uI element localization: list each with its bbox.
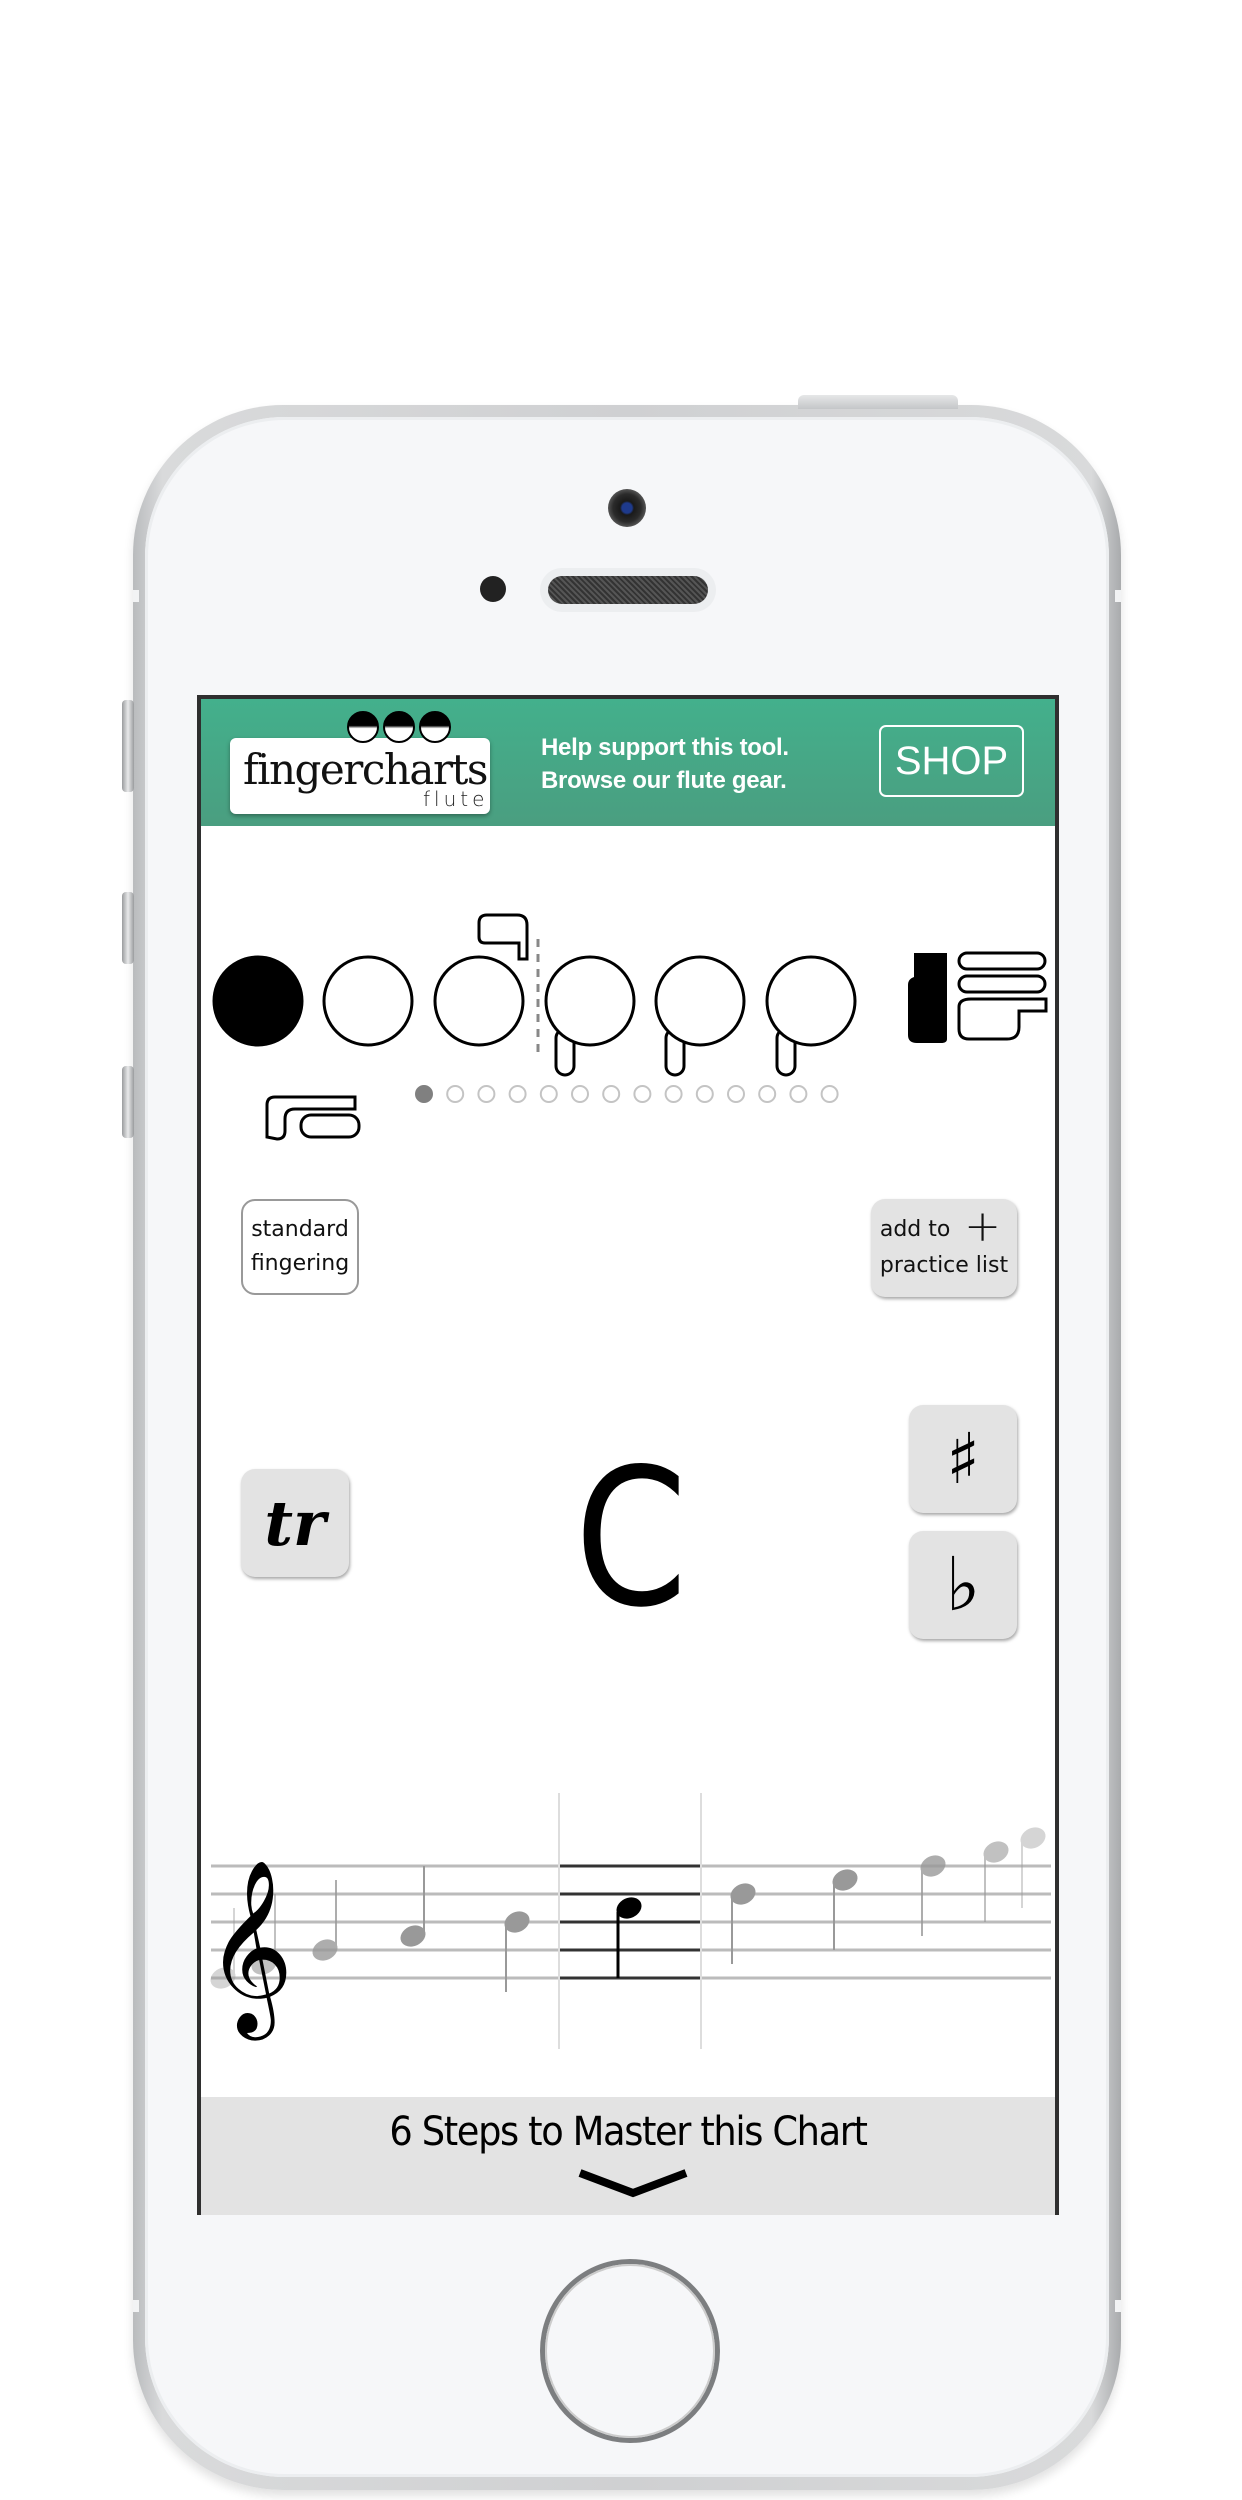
sharp-button[interactable]: ♯	[909, 1405, 1017, 1513]
standard-fingering-line2: fingering	[250, 1251, 350, 1276]
antenna-band	[1115, 2300, 1121, 2312]
selected-note[interactable]	[613, 1893, 645, 1978]
logo-dot-icon	[419, 711, 451, 743]
right-middle-key[interactable]	[654, 955, 746, 1047]
pager-dot[interactable]	[789, 1085, 808, 1103]
left-index-key[interactable]	[322, 955, 414, 1047]
pager-dot-active[interactable]	[415, 1085, 433, 1103]
home-button[interactable]	[545, 2264, 715, 2438]
steps-label: 6 Steps to Master this Chart	[389, 2109, 868, 2155]
foot-key-upper	[957, 951, 1047, 971]
flat-button[interactable]: ♭	[909, 1531, 1017, 1639]
pager-dot[interactable]	[571, 1085, 589, 1103]
left-middle-key[interactable]	[433, 955, 525, 1047]
standard-fingering-line1: standard	[251, 1217, 349, 1242]
pager-dot[interactable]	[695, 1085, 714, 1103]
plus-icon: +	[964, 1201, 1001, 1252]
app-screen: fingercharts flute Help support this too…	[197, 695, 1059, 2215]
promo-line-2: Browse our flute gear.	[541, 767, 787, 794]
pager-dot[interactable]	[446, 1085, 465, 1103]
thumb-key[interactable]	[212, 955, 304, 1047]
logo-dot-icon	[383, 711, 415, 743]
trill-key-upper	[477, 913, 529, 961]
promo-line-1: Help support this tool.	[541, 734, 789, 761]
staff-note[interactable]	[980, 1837, 1012, 1922]
right-index-key[interactable]	[544, 955, 636, 1047]
promo-banner[interactable]: fingercharts flute Help support this too…	[201, 699, 1055, 826]
front-camera	[608, 489, 646, 527]
shop-button[interactable]: SHOP	[879, 725, 1024, 797]
fingering-diagram[interactable]	[201, 899, 1055, 1219]
power-button	[798, 395, 958, 409]
antenna-band	[133, 2300, 139, 2312]
pager-dot[interactable]	[727, 1085, 745, 1103]
pager-dot[interactable]	[602, 1085, 621, 1103]
add-line2: practice list	[879, 1253, 1009, 1278]
note-staff[interactable]: 𝄞	[201, 1779, 1055, 2059]
staff-note[interactable]	[829, 1865, 861, 1950]
foot-key-middle	[957, 974, 1047, 994]
note-name: C	[574, 1428, 688, 1649]
pager-dot[interactable]	[539, 1085, 558, 1103]
staff-note[interactable]	[397, 1866, 429, 1951]
promo-text: Help support this tool. Browse our flute…	[541, 731, 789, 797]
logo-text: fingercharts	[243, 745, 488, 794]
standard-fingering-button[interactable]: standard fingering	[241, 1199, 359, 1295]
pinky-key-closed	[908, 953, 947, 1043]
pager-dot[interactable]	[508, 1085, 527, 1103]
right-ring-key[interactable]	[765, 955, 857, 1047]
pager-dot[interactable]	[477, 1085, 496, 1103]
pager-dot[interactable]	[820, 1085, 839, 1103]
alternate-pager[interactable]	[201, 1081, 1055, 1111]
add-to-practice-list-button[interactable]: add to practice list +	[871, 1199, 1017, 1297]
foot-key-lower	[957, 997, 1048, 1041]
trill-button[interactable]: tr	[241, 1469, 349, 1577]
pager-dot[interactable]	[758, 1085, 777, 1103]
mute-switch	[122, 700, 134, 792]
volume-down-button	[122, 1066, 134, 1138]
logo-subtitle: flute	[423, 787, 489, 811]
pager-dot[interactable]	[633, 1085, 652, 1103]
antenna-band	[1115, 590, 1121, 602]
b-flat-lever-key	[299, 1113, 361, 1139]
proximity-sensor	[480, 576, 506, 602]
volume-up-button	[122, 892, 134, 964]
antenna-band	[133, 590, 139, 602]
chevron-down-icon[interactable]	[578, 2169, 688, 2199]
steps-expander[interactable]: 6 Steps to Master this Chart	[201, 2097, 1055, 2215]
treble-clef-icon: 𝄞	[205, 1859, 294, 2041]
pager-dot[interactable]	[664, 1085, 683, 1103]
logo-dot-icon	[347, 711, 379, 743]
earpiece-speaker	[548, 576, 708, 604]
